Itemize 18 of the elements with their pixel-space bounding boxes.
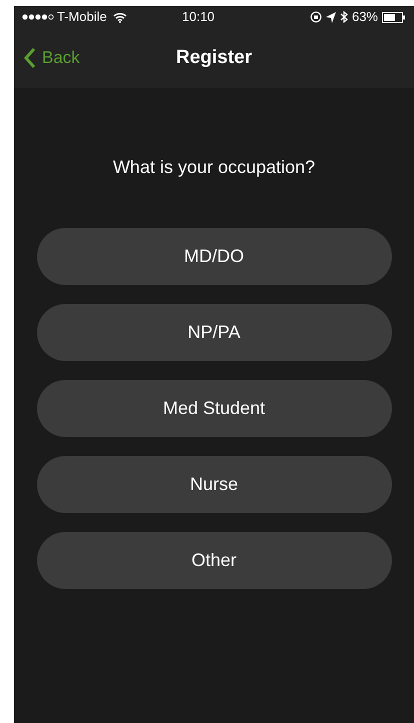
question-text: What is your occupation? bbox=[112, 156, 316, 179]
carrier-name: T-Mobile bbox=[57, 8, 107, 26]
option-button[interactable]: NP/PA bbox=[36, 304, 392, 361]
option-button[interactable]: MD/DO bbox=[36, 228, 392, 285]
lock-rotation-icon bbox=[310, 11, 322, 23]
option-button[interactable]: Med Student bbox=[36, 380, 392, 437]
back-button[interactable]: Back bbox=[24, 45, 80, 70]
status-time: 10:10 bbox=[182, 8, 215, 26]
option-button[interactable]: Nurse bbox=[36, 456, 392, 513]
location-icon bbox=[326, 12, 336, 22]
option-button[interactable]: Other bbox=[36, 532, 392, 589]
battery-icon bbox=[382, 12, 406, 22]
chevron-left-icon bbox=[24, 46, 36, 69]
nav-title: Register bbox=[176, 46, 252, 70]
bluetooth-icon bbox=[340, 11, 348, 23]
signal-icon bbox=[22, 14, 54, 20]
battery-percent: 63% bbox=[352, 8, 378, 26]
wifi-icon bbox=[112, 12, 127, 22]
